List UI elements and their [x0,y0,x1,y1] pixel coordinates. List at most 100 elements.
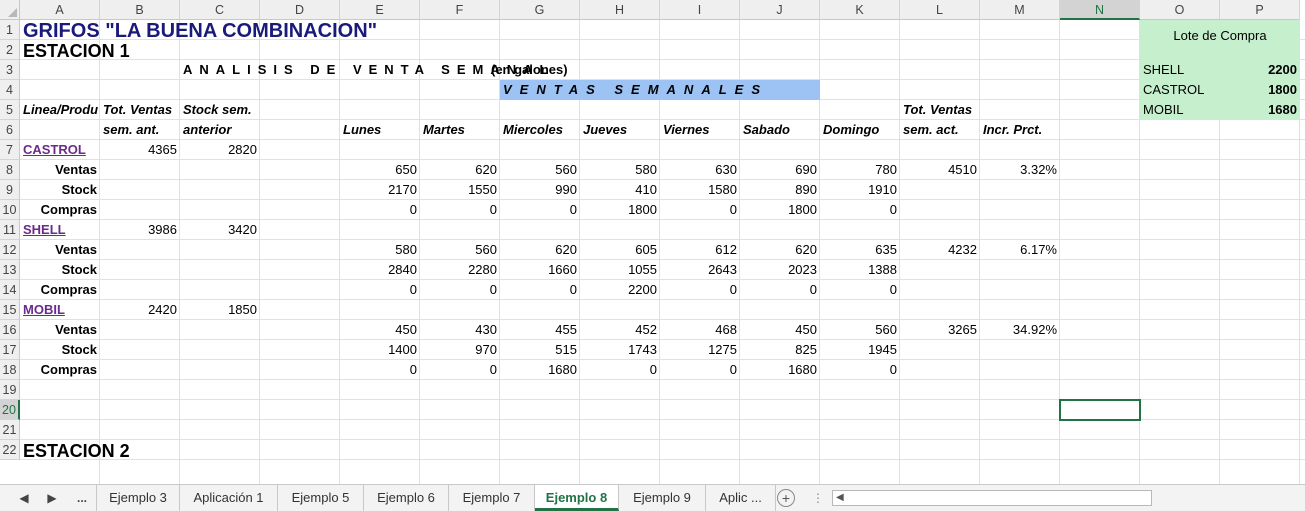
row-header-2[interactable]: 2 [0,40,20,60]
column-header-p[interactable]: P [1220,0,1300,20]
increase-pct-value[interactable]: 6.17% [980,240,1060,260]
current-total-value[interactable]: 4232 [900,240,980,260]
row-header-4[interactable]: 4 [0,80,20,100]
row-label-stock[interactable]: Stock [20,180,100,200]
sales-value[interactable]: 690 [740,160,820,180]
row-header-3[interactable]: 3 [0,60,20,80]
row-header-15[interactable]: 15 [0,300,20,320]
purchases-value[interactable]: 0 [660,200,740,220]
column-header-n[interactable]: N [1060,0,1140,20]
purchases-value[interactable]: 0 [660,280,740,300]
row-header-5[interactable]: 5 [0,100,20,120]
sheet-tab-ejemplo-9[interactable]: Ejemplo 9 [619,485,706,511]
column-header-l[interactable]: L [900,0,980,20]
lot-item-value[interactable]: 1800 [1220,80,1300,100]
current-total-value[interactable]: 3265 [900,320,980,340]
tab-scroll-left-icon[interactable]: ◀ [16,485,32,511]
column-header-k[interactable]: K [820,0,900,20]
spreadsheet-grid[interactable]: ABCDEFGHIJKLMNOP 1 2 3 4 5 6 7 8 9 10 11 12 13 14 15 16… [0,0,1305,484]
row-header-1[interactable]: 1 [0,20,20,40]
purchases-value[interactable]: 0 [820,200,900,220]
row-label-sales[interactable]: Ventas [20,160,100,180]
select-all-corner[interactable] [0,0,20,20]
column-header-h[interactable]: H [580,0,660,20]
header-current-total[interactable]: Tot. Ventas [900,100,980,120]
column-header-b[interactable]: B [100,0,180,20]
purchases-value[interactable]: 0 [340,360,420,380]
sales-value[interactable]: 455 [500,320,580,340]
header-day-lunes[interactable]: Lunes [340,120,420,140]
purchase-lot-title[interactable]: Lote de Compra [1140,26,1300,46]
row-header-10[interactable]: 10 [0,200,20,220]
header-day-jueves[interactable]: Jueves [580,120,660,140]
sheet-tab-ejemplo-5[interactable]: Ejemplo 5 [278,485,364,511]
increase-pct-value[interactable]: 34.92% [980,320,1060,340]
stock-value[interactable]: 2280 [420,260,500,280]
sales-value[interactable]: 560 [420,240,500,260]
purchases-value[interactable]: 0 [820,360,900,380]
row-header-13[interactable]: 13 [0,260,20,280]
header-current-total-sub[interactable]: sem. act. [900,120,980,140]
stock-value[interactable]: 1550 [420,180,500,200]
purchases-value[interactable]: 0 [500,200,580,220]
sales-value[interactable]: 580 [340,240,420,260]
stock-value[interactable]: 515 [500,340,580,360]
scroll-left-arrow-icon[interactable]: ◀ [836,491,844,505]
row-header-19[interactable]: 19 [0,380,20,400]
header-prev-stock[interactable]: Stock sem. [180,100,260,120]
stock-value[interactable]: 1660 [500,260,580,280]
product-link-castrol[interactable]: CASTROL [20,140,100,160]
purchases-value[interactable]: 1680 [500,360,580,380]
product-link-mobil[interactable]: MOBIL [20,300,100,320]
horizontal-scrollbar[interactable]: ◀ [832,490,1152,506]
stock-value[interactable]: 1388 [820,260,900,280]
row-header-11[interactable]: 11 [0,220,20,240]
column-header-f[interactable]: F [420,0,500,20]
row-header-8[interactable]: 8 [0,160,20,180]
sheet-tab-ejemplo-6[interactable]: Ejemplo 6 [364,485,449,511]
sales-value[interactable]: 630 [660,160,740,180]
sales-value[interactable]: 780 [820,160,900,180]
sales-value[interactable]: 560 [500,160,580,180]
tab-more-button[interactable]: ... [70,485,94,511]
purchases-value[interactable]: 0 [740,280,820,300]
row-header-20[interactable]: 20 [0,400,20,420]
stock-value[interactable]: 2840 [340,260,420,280]
stock-value[interactable]: 1580 [660,180,740,200]
column-header-i[interactable]: I [660,0,740,20]
header-day-miercoles[interactable]: Miercoles [500,120,580,140]
row-header-18[interactable]: 18 [0,360,20,380]
prev-total-value[interactable]: 4365 [100,140,180,160]
header-day-sabado[interactable]: Sabado [740,120,820,140]
header-line-product[interactable]: Linea/Produ [20,100,100,120]
tab-splitter-handle[interactable]: ⋮ [812,485,824,511]
stock-value[interactable]: 410 [580,180,660,200]
purchases-value[interactable]: 0 [420,200,500,220]
stock-value[interactable]: 1400 [340,340,420,360]
row-header-22[interactable]: 22 [0,440,20,460]
selected-cell-n20[interactable] [1059,399,1141,421]
row-label-purchases[interactable]: Compras [20,360,100,380]
stock-value[interactable]: 1275 [660,340,740,360]
stock-value[interactable]: 2643 [660,260,740,280]
sales-value[interactable]: 452 [580,320,660,340]
row-label-stock[interactable]: Stock [20,340,100,360]
tab-scroll-right-icon[interactable]: ▶ [44,485,60,511]
purchases-value[interactable]: 0 [340,280,420,300]
sheet-tab-ejemplo-3[interactable]: Ejemplo 3 [96,485,180,511]
sales-value[interactable]: 650 [340,160,420,180]
stock-value[interactable]: 990 [500,180,580,200]
purchases-value[interactable]: 2200 [580,280,660,300]
purchases-value[interactable]: 0 [420,280,500,300]
stock-value[interactable]: 1910 [820,180,900,200]
header-prev-stock-sub[interactable]: anterior [180,120,260,140]
column-header-j[interactable]: J [740,0,820,20]
increase-pct-value[interactable]: 3.32% [980,160,1060,180]
analysis-title[interactable]: ANALISIS DE VENTA SEMANAL [180,60,547,80]
weekly-sales-band[interactable]: VENTAS SEMANALES [500,80,820,100]
stock-value[interactable]: 890 [740,180,820,200]
stock-value[interactable]: 825 [740,340,820,360]
row-label-sales[interactable]: Ventas [20,320,100,340]
column-header-d[interactable]: D [260,0,340,20]
station-2-heading[interactable]: ESTACION 2 [20,440,260,461]
